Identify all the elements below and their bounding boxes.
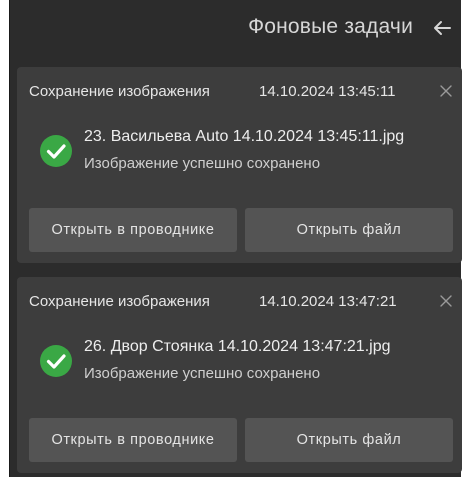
check-circle-icon: [40, 135, 72, 167]
panel-title: Фоновые задачи: [248, 15, 413, 38]
saved-file-name: 26. Двор Стоянка 14.10.2024 13:47:21.jpg: [84, 338, 391, 355]
task-card: Сохранение изображения 14.10.2024 13:47:…: [17, 277, 462, 473]
task-time: 14.10.2024 13:47:21: [259, 293, 397, 310]
close-icon: [440, 85, 452, 97]
task-title: Сохранение изображения: [29, 83, 210, 100]
task-status: Изображение успешно сохранено: [84, 155, 321, 172]
background-tasks-panel: Фоновые задачи Сохранение изображения 14…: [9, 0, 462, 477]
task-status: Изображение успешно сохранено: [84, 365, 321, 382]
task-title: Сохранение изображения: [29, 293, 210, 310]
task-time: 14.10.2024 13:45:11: [259, 83, 396, 100]
saved-file-name: 23. Васильева Auto 14.10.2024 13:45:11.j…: [84, 128, 405, 145]
back-button[interactable]: [429, 14, 455, 42]
open-in-explorer-button[interactable]: Открыть в проводнике: [29, 418, 237, 462]
panel-header: Фоновые задачи: [10, 0, 461, 58]
close-icon: [440, 295, 452, 307]
check-circle-icon: [40, 345, 72, 377]
close-task-button[interactable]: [436, 291, 456, 311]
open-file-button[interactable]: Открыть файл: [245, 418, 453, 462]
close-task-button[interactable]: [436, 81, 456, 101]
open-in-explorer-button[interactable]: Открыть в проводнике: [29, 208, 237, 252]
task-card: Сохранение изображения 14.10.2024 13:45:…: [17, 67, 462, 263]
arrow-left-icon: [434, 21, 451, 35]
open-file-button[interactable]: Открыть файл: [245, 208, 453, 252]
